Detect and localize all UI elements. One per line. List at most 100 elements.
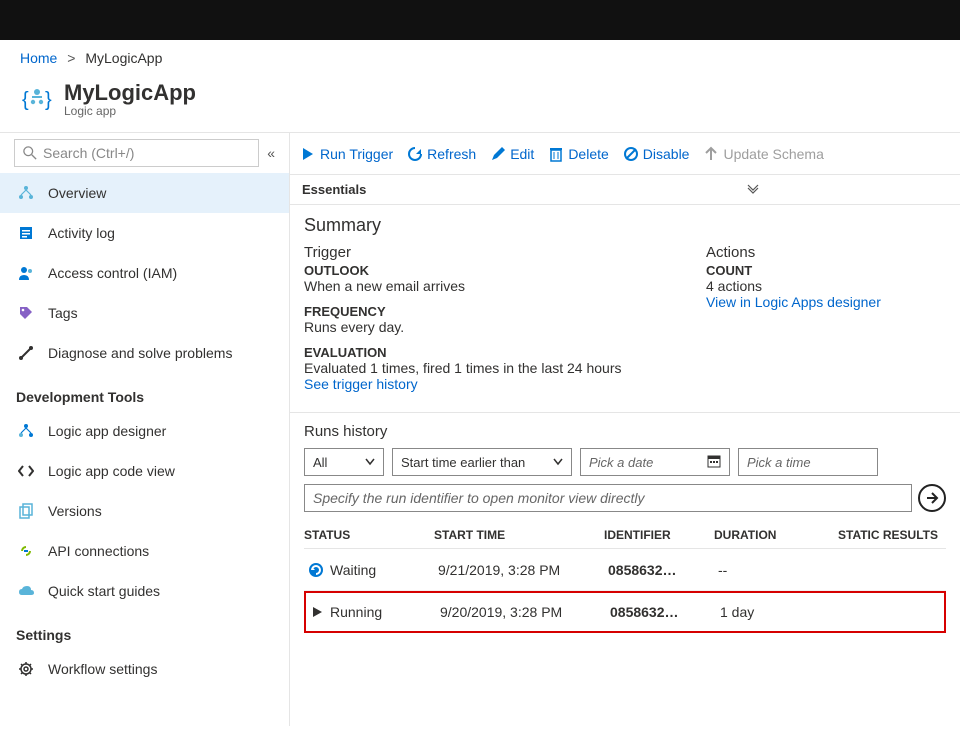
start-time-text: 9/20/2019, 3:28 PM [440,604,610,620]
top-bar [0,0,960,40]
running-icon [310,605,324,619]
sidebar-section-development-tools: Development Tools [0,373,289,411]
start-time-filter-select[interactable]: Start time earlier than [392,448,572,476]
divider [290,412,960,413]
sidebar-item-label: Logic app code view [48,463,175,479]
status-text: Waiting [330,562,376,578]
page-header: { } MyLogicApp Logic app [0,76,960,133]
page-subtitle: Logic app [64,104,196,118]
sidebar-item-api-connections[interactable]: API connections [0,531,289,571]
play-icon [300,146,316,162]
sidebar-item-access-control[interactable]: Access control (IAM) [0,253,289,293]
tag-icon [16,303,36,323]
summary-title: Summary [304,215,946,236]
refresh-button[interactable]: Refresh [407,146,476,162]
up-arrow-icon [703,146,719,162]
col-start-time: START TIME [434,528,604,542]
disable-icon [623,146,639,162]
wrench-icon [16,343,36,363]
designer-icon [16,421,36,441]
evaluation-text: Evaluated 1 times, fired 1 times in the … [304,360,706,376]
delete-button[interactable]: Delete [548,146,608,162]
runs-table: STATUS START TIME IDENTIFIER DURATION ST… [304,522,946,633]
outlook-head: OUTLOOK [304,263,706,278]
sidebar-item-activity-log[interactable]: Activity log [0,213,289,253]
sidebar-item-versions[interactable]: Versions [0,491,289,531]
sidebar-item-label: Diagnose and solve problems [48,345,232,361]
search-icon [23,146,37,160]
table-row[interactable]: Waiting 9/21/2019, 3:28 PM0858632…-- [304,549,946,591]
run-identifier-input[interactable]: Specify the run identifier to open monit… [304,484,912,512]
count-head: COUNT [706,263,946,278]
refresh-icon [407,146,423,162]
col-status: STATUS [304,528,434,542]
sidebar-section-settings: Settings [0,611,289,649]
sidebar-item-label: Activity log [48,225,115,241]
date-picker[interactable]: Pick a date [580,448,730,476]
breadcrumb: Home > MyLogicApp [0,40,960,76]
identifier-text: 0858632… [610,604,720,620]
svg-text:}: } [45,89,52,111]
count-text: 4 actions [706,278,946,294]
duration-text: 1 day [720,604,820,620]
arrow-right-icon [925,491,939,505]
status-filter-select[interactable]: All [304,448,384,476]
outlook-text: When a new email arrives [304,278,706,294]
breadcrumb-sep: > [67,50,75,66]
cloud-icon [16,581,36,601]
trigger-label: Trigger [304,244,706,261]
disable-button[interactable]: Disable [623,146,690,162]
col-identifier: IDENTIFIER [604,528,714,542]
sidebar-item-label: Quick start guides [48,583,160,599]
sidebar-item-label: Tags [48,305,78,321]
duration-text: -- [718,562,818,578]
toolbar: Run Trigger Refresh Edit Delete Disable … [290,133,960,175]
chevron-down-icon [746,181,760,198]
time-picker[interactable]: Pick a time [738,448,878,476]
breadcrumb-home[interactable]: Home [20,50,57,66]
sidebar-item-label: Overview [48,185,106,201]
activity-log-icon [16,223,36,243]
identifier-text: 0858632… [608,562,718,578]
go-button[interactable] [918,484,946,512]
col-duration: DURATION [714,528,814,542]
col-static-results: STATIC RESULTS [814,528,946,542]
svg-text:{: { [22,89,29,111]
status-text: Running [330,604,382,620]
pencil-icon [490,146,506,162]
sidebar-item-label: Workflow settings [48,661,157,677]
collapse-sidebar-button[interactable]: « [267,145,275,161]
sidebar-item-workflow-settings[interactable]: Workflow settings [0,649,289,689]
sidebar-item-overview[interactable]: Overview [0,173,289,213]
start-time-text: 9/21/2019, 3:28 PM [438,562,608,578]
sidebar-item-diagnose[interactable]: Diagnose and solve problems [0,333,289,373]
people-icon [16,263,36,283]
sidebar-item-code-view[interactable]: Logic app code view [0,451,289,491]
run-trigger-button[interactable]: Run Trigger [300,146,393,162]
link-icon [16,541,36,561]
sidebar-item-label: Logic app designer [48,423,166,439]
versions-icon [16,501,36,521]
table-header: STATUS START TIME IDENTIFIER DURATION ST… [304,522,946,549]
search-placeholder: Search (Ctrl+/) [43,145,134,161]
page-title: MyLogicApp [64,80,196,106]
search-input[interactable]: Search (Ctrl+/) [14,139,259,167]
table-row[interactable]: Running 9/20/2019, 3:28 PM0858632…1 day [304,591,946,633]
sidebar-item-tags[interactable]: Tags [0,293,289,333]
sidebar-item-designer[interactable]: Logic app designer [0,411,289,451]
see-trigger-history-link[interactable]: See trigger history [304,376,706,392]
frequency-head: FREQUENCY [304,304,706,319]
essentials-toggle[interactable]: Essentials [290,175,960,205]
overview-icon [16,183,36,203]
view-designer-link[interactable]: View in Logic Apps designer [706,294,946,310]
content-pane: Run Trigger Refresh Edit Delete Disable … [290,133,960,726]
runs-history-title: Runs history [304,423,946,440]
update-schema-button: Update Schema [703,146,823,162]
sidebar-item-quick-start[interactable]: Quick start guides [0,571,289,611]
waiting-icon [308,562,324,578]
sidebar-item-label: API connections [48,543,149,559]
edit-button[interactable]: Edit [490,146,534,162]
chevron-down-icon [553,455,563,470]
breadcrumb-current: MyLogicApp [85,50,162,66]
sidebar-item-label: Access control (IAM) [48,265,177,281]
